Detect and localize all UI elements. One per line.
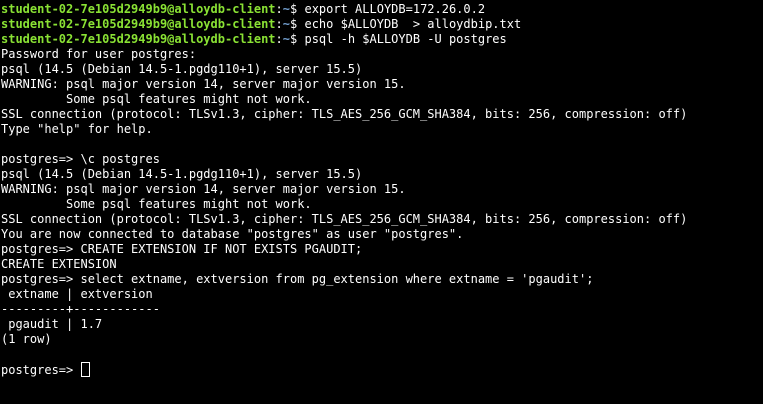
output-text: SSL connection (protocol: TLSv1.3, ciphe…	[1, 212, 688, 226]
text-cursor[interactable]	[81, 362, 91, 377]
prompt-separator: :	[275, 17, 283, 31]
output-text: pgaudit | 1.7	[1, 317, 103, 331]
output-line: Some psql features might not work.	[1, 92, 763, 107]
shell-command-line: student-02-7e105d2949b9@alloydb-client:~…	[1, 17, 763, 32]
output-line: You are now connected to database "postg…	[1, 227, 763, 242]
terminal-window[interactable]: student-02-7e105d2949b9@alloydb-client:~…	[0, 0, 763, 404]
prompt-symbol: $	[290, 2, 305, 16]
prompt-user: student-02-7e105d2949b9@alloydb-client	[1, 2, 276, 16]
shell-command-line: student-02-7e105d2949b9@alloydb-client:~…	[1, 32, 763, 47]
output-line: CREATE EXTENSION	[1, 257, 763, 272]
output-text: (1 row)	[1, 332, 52, 346]
prompt-symbol: $	[290, 17, 305, 31]
output-line: (1 row)	[1, 332, 763, 347]
output-text: ---------+------------	[1, 302, 160, 316]
psql-input-line[interactable]: postgres=>	[1, 362, 763, 377]
output-line: Type "help" for help.	[1, 122, 763, 137]
command-text: echo $ALLOYDB > alloydbip.txt	[304, 17, 522, 31]
command-text: export ALLOYDB=172.26.0.2	[304, 2, 486, 16]
output-text: Some psql features might not work.	[1, 197, 312, 211]
output-line: psql (14.5 (Debian 14.5-1.pgdg110+1), se…	[1, 167, 763, 182]
prompt-path: ~	[282, 17, 291, 31]
output-line: WARNING: psql major version 14, server m…	[1, 182, 763, 197]
command-text: psql -h $ALLOYDB -U postgres	[304, 32, 507, 46]
output-text: CREATE EXTENSION	[1, 257, 117, 271]
output-text: psql (14.5 (Debian 14.5-1.pgdg110+1), se…	[1, 62, 363, 76]
output-line: postgres=> \c postgres	[1, 152, 763, 167]
output-line: ---------+------------	[1, 302, 763, 317]
shell-command-line: student-02-7e105d2949b9@alloydb-client:~…	[1, 2, 763, 17]
psql-prompt: postgres=>	[1, 363, 81, 377]
output-text: Type "help" for help.	[1, 122, 153, 136]
output-text: extname | extversion	[1, 287, 153, 301]
prompt-path: ~	[282, 2, 291, 16]
prompt-separator: :	[275, 2, 283, 16]
prompt-symbol: $	[290, 32, 305, 46]
output-text: postgres=> select extname, extversion fr…	[1, 272, 594, 286]
output-text: postgres=> \c postgres	[1, 152, 160, 166]
prompt-separator: :	[275, 32, 283, 46]
prompt-user: student-02-7e105d2949b9@alloydb-client	[1, 17, 276, 31]
output-line: postgres=> CREATE EXTENSION IF NOT EXIST…	[1, 242, 763, 257]
output-text: Some psql features might not work.	[1, 92, 312, 106]
output-text: postgres=> CREATE EXTENSION IF NOT EXIST…	[1, 242, 363, 256]
output-line: psql (14.5 (Debian 14.5-1.pgdg110+1), se…	[1, 62, 763, 77]
output-line: Password for user postgres:	[1, 47, 763, 62]
output-text: SSL connection (protocol: TLSv1.3, ciphe…	[1, 107, 688, 121]
output-text: WARNING: psql major version 14, server m…	[1, 77, 406, 91]
output-line: Some psql features might not work.	[1, 197, 763, 212]
output-line: pgaudit | 1.7	[1, 317, 763, 332]
output-line: postgres=> select extname, extversion fr…	[1, 272, 763, 287]
output-line: extname | extversion	[1, 287, 763, 302]
output-text: psql (14.5 (Debian 14.5-1.pgdg110+1), se…	[1, 167, 363, 181]
output-line: WARNING: psql major version 14, server m…	[1, 77, 763, 92]
prompt-path: ~	[282, 32, 291, 46]
prompt-user: student-02-7e105d2949b9@alloydb-client	[1, 32, 276, 46]
output-text: WARNING: psql major version 14, server m…	[1, 182, 406, 196]
output-text: Password for user postgres:	[1, 47, 197, 61]
output-line: SSL connection (protocol: TLSv1.3, ciphe…	[1, 212, 763, 227]
output-text: You are now connected to database "postg…	[1, 227, 464, 241]
output-line: SSL connection (protocol: TLSv1.3, ciphe…	[1, 107, 763, 122]
